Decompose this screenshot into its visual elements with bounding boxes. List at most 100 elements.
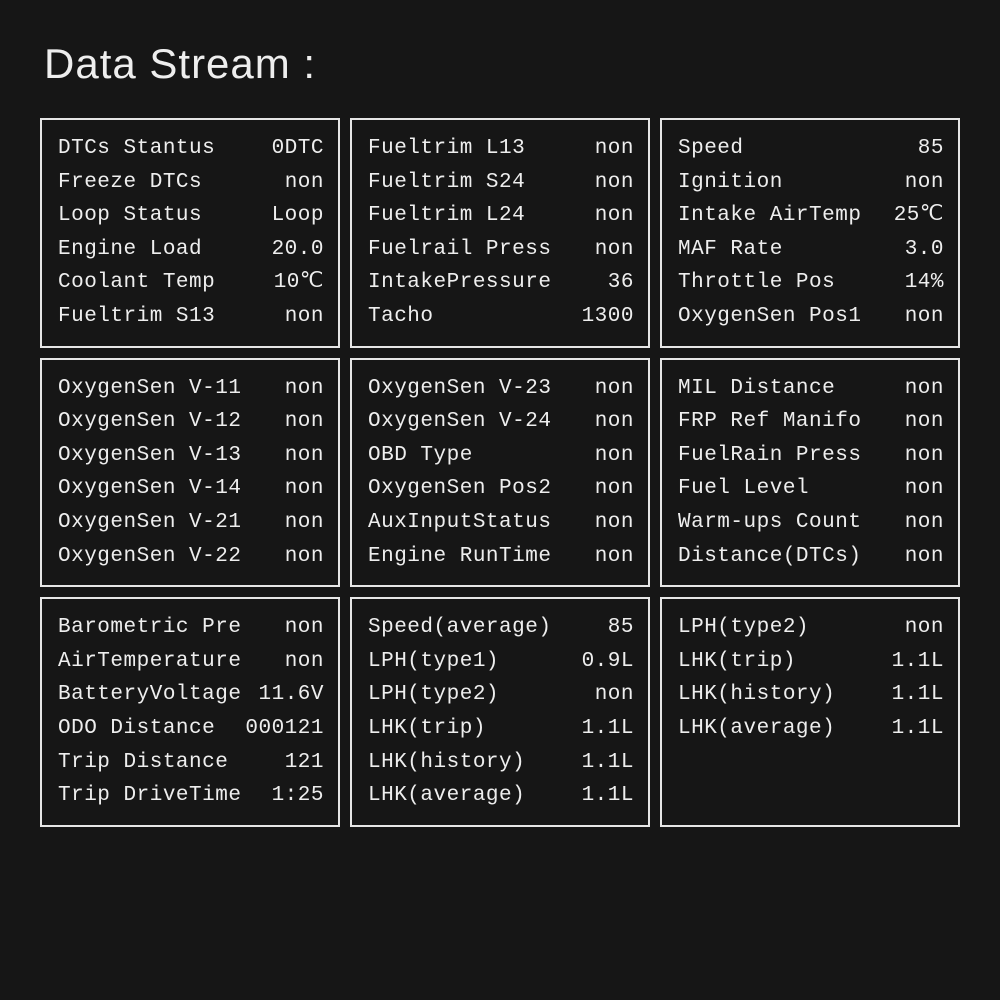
data-row: Engine Load20.0 xyxy=(58,233,324,267)
sensor-value: non xyxy=(905,300,944,334)
sensor-label: MIL Distance xyxy=(678,372,835,406)
sensor-label: OxygenSen V-12 xyxy=(58,405,241,439)
sensor-value: 14% xyxy=(905,266,944,300)
data-row: Warm-ups Countnon xyxy=(678,506,944,540)
data-row: Fueltrim L24 non xyxy=(368,199,634,233)
sensor-label: Fueltrim L13 xyxy=(368,132,525,166)
sensor-value: non xyxy=(285,645,324,679)
sensor-value: 85 xyxy=(918,132,944,166)
data-row: Trip DriveTime1:25 xyxy=(58,779,324,813)
sensor-label: Intake AirTemp xyxy=(678,199,861,233)
sensor-label: OxygenSen V-14 xyxy=(58,472,241,506)
sensor-value: non xyxy=(905,166,944,200)
data-row: Ignitionnon xyxy=(678,166,944,200)
data-row: LPH(type1)0.9L xyxy=(368,645,634,679)
sensor-label: Speed xyxy=(678,132,744,166)
data-row: LHK(trip)1.1L xyxy=(368,712,634,746)
data-row: Speed(average)85 xyxy=(368,611,634,645)
sensor-label: Throttle Pos xyxy=(678,266,835,300)
sensor-value: non xyxy=(905,405,944,439)
sensor-value: 1300 xyxy=(582,300,634,334)
data-row: LHK(trip)1.1L xyxy=(678,645,944,679)
data-row: Coolant Temp 10℃ xyxy=(58,266,324,300)
sensor-value: 0.9L xyxy=(582,645,634,679)
sensor-value: non xyxy=(285,405,324,439)
sensor-label: OxygenSen Pos2 xyxy=(368,472,551,506)
data-panel: OxygenSen V-11nonOxygenSen V-12nonOxygen… xyxy=(40,358,340,588)
data-row: MIL Distance non xyxy=(678,372,944,406)
sensor-value: non xyxy=(905,372,944,406)
sensor-label: OxygenSen V-24 xyxy=(368,405,551,439)
sensor-value: non xyxy=(905,611,944,645)
sensor-label: Fueltrim L24 xyxy=(368,199,525,233)
data-row: OxygenSen V-13non xyxy=(58,439,324,473)
sensor-value: 10℃ xyxy=(274,266,324,300)
sensor-label: Fuelrail Press xyxy=(368,233,551,267)
sensor-label: FuelRain Press xyxy=(678,439,861,473)
sensor-label: Distance(DTCs) xyxy=(678,540,861,574)
sensor-label: Fuel Level xyxy=(678,472,809,506)
sensor-value: 1.1L xyxy=(892,712,944,746)
data-row: OxygenSen V-11non xyxy=(58,372,324,406)
sensor-value: non xyxy=(285,506,324,540)
sensor-value: 11.6V xyxy=(258,678,324,712)
sensor-value: non xyxy=(595,405,634,439)
data-row: BatteryVoltage11.6V xyxy=(58,678,324,712)
data-row: IntakePressure36 xyxy=(368,266,634,300)
sensor-value: 0DTC xyxy=(272,132,324,166)
sensor-label: Freeze DTCs xyxy=(58,166,202,200)
data-row: Fuelrail Pressnon xyxy=(368,233,634,267)
data-stream-screen: Data Stream : DTCs Stantus0DTCFreeze DTC… xyxy=(40,40,960,827)
sensor-label: LHK(trip) xyxy=(678,645,796,679)
data-panel: Barometric Pre nonAirTemperaturenonBatter… xyxy=(40,597,340,827)
page-title: Data Stream : xyxy=(44,40,960,88)
sensor-value: non xyxy=(905,540,944,574)
sensor-label: Coolant Temp xyxy=(58,266,215,300)
sensor-value: 20.0 xyxy=(272,233,324,267)
sensor-label: OxygenSen V-23 xyxy=(368,372,551,406)
data-row: Loop StatusLoop xyxy=(58,199,324,233)
sensor-label: LHK(average) xyxy=(678,712,835,746)
sensor-label: OxygenSen Pos1 xyxy=(678,300,861,334)
sensor-value: non xyxy=(905,472,944,506)
data-row: OxygenSen V-12 non xyxy=(58,405,324,439)
sensor-value: 1.1L xyxy=(582,746,634,780)
sensor-value: non xyxy=(595,506,634,540)
data-row: OxygenSen Pos2non xyxy=(368,472,634,506)
sensor-label: DTCs Stantus xyxy=(58,132,215,166)
data-row: AirTemperaturenon xyxy=(58,645,324,679)
data-panel: Speed85IgnitionnonIntake AirTemp25℃MAF R… xyxy=(660,118,960,348)
data-row: Freeze DTCs non xyxy=(58,166,324,200)
data-row: MAF Rate 3.0 xyxy=(678,233,944,267)
data-row: OxygenSen V-22non xyxy=(58,540,324,574)
data-panel: OxygenSen V-23nonOxygenSen V-24nonOBD Ty… xyxy=(350,358,650,588)
sensor-label: FRP Ref Manifo xyxy=(678,405,861,439)
data-row: Fueltrim L13non xyxy=(368,132,634,166)
data-row: OxygenSen V-23non xyxy=(368,372,634,406)
data-row: OxygenSen V-14non xyxy=(58,472,324,506)
sensor-label: Speed(average) xyxy=(368,611,551,645)
sensor-label: OBD Type xyxy=(368,439,473,473)
sensor-label: Barometric Pre xyxy=(58,611,241,645)
sensor-value: non xyxy=(595,540,634,574)
sensor-label: MAF Rate xyxy=(678,233,783,267)
data-row: Throttle Pos 14% xyxy=(678,266,944,300)
data-row: LHK(history)1.1L xyxy=(678,678,944,712)
data-row: LHK(average) 1.1L xyxy=(678,712,944,746)
sensor-label: Tacho xyxy=(368,300,434,334)
sensor-label: OxygenSen V-22 xyxy=(58,540,241,574)
sensor-label: ODO Distance xyxy=(58,712,215,746)
sensor-value: non xyxy=(285,166,324,200)
sensor-label: Fueltrim S24 xyxy=(368,166,525,200)
data-row: OxygenSen V-24 non xyxy=(368,405,634,439)
data-panel: MIL Distance non FRP Ref Manifo non FuelRain… xyxy=(660,358,960,588)
sensor-label: LHK(trip) xyxy=(368,712,486,746)
sensor-value: non xyxy=(595,678,634,712)
data-row: Speed 85 xyxy=(678,132,944,166)
sensor-value: non xyxy=(285,372,324,406)
sensor-value: 3.0 xyxy=(905,233,944,267)
sensor-value: 000121 xyxy=(245,712,324,746)
sensor-value: non xyxy=(595,199,634,233)
data-row: Engine RunTimenon xyxy=(368,540,634,574)
sensor-value: 36 xyxy=(608,266,634,300)
